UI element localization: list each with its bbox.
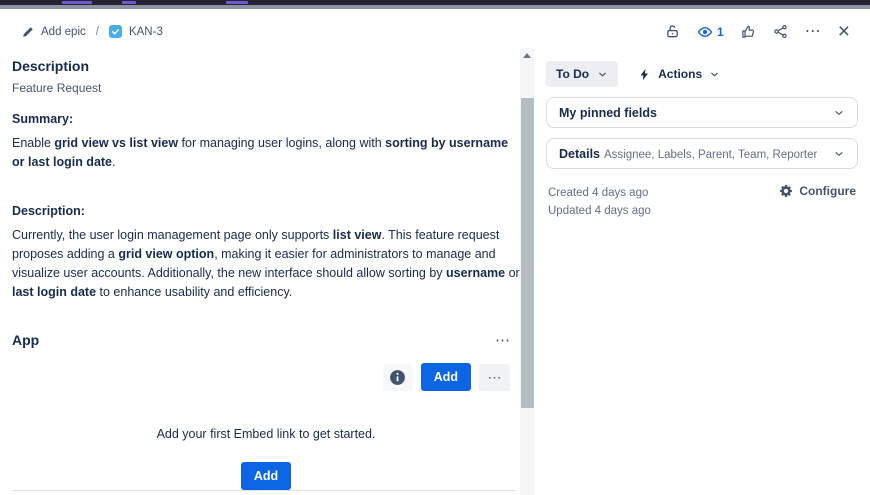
issue-body: Description Feature Request Summary: Ena… — [0, 48, 870, 495]
description-paragraph[interactable]: Currently, the user login management pag… — [12, 226, 520, 302]
chrome-tab-fragment — [122, 1, 136, 4]
issue-header: Add epic / KAN-3 1 — [0, 9, 870, 48]
chevron-down-icon — [597, 69, 608, 80]
task-type-icon — [109, 25, 122, 38]
details-title: Details Assignee, Labels, Parent, Team, R… — [559, 147, 817, 161]
details-title-text: Details — [559, 147, 600, 161]
chevron-down-icon — [833, 148, 845, 160]
share-icon — [773, 24, 788, 39]
app-section-title: App — [12, 332, 39, 348]
pinned-fields-title: My pinned fields — [559, 106, 657, 120]
next-section-peek — [12, 490, 520, 495]
close-icon: × — [838, 21, 850, 42]
lock-button[interactable] — [665, 24, 680, 39]
actions-dropdown[interactable]: Actions — [634, 61, 724, 87]
vote-button[interactable] — [741, 24, 756, 39]
status-row: To Do Actions — [546, 61, 858, 87]
chrome-tab-fragment — [62, 1, 92, 4]
pinned-fields-panel[interactable]: My pinned fields — [546, 97, 858, 128]
scrollbar-thumb[interactable] — [521, 98, 534, 408]
app-section-header: App ⋯ — [12, 332, 520, 348]
embed-empty-add-button[interactable]: Add — [241, 462, 291, 490]
chevron-down-icon — [709, 69, 720, 80]
issue-dates: Created 4 days ago Updated 4 days ago — [548, 184, 651, 220]
info-icon — [389, 369, 406, 386]
add-epic-label: Add epic — [41, 26, 86, 38]
eye-icon — [697, 24, 713, 40]
chevron-down-icon — [833, 107, 845, 119]
header-actions: 1 ⋯ × — [665, 21, 850, 42]
scroll-up-arrow-icon[interactable] — [523, 53, 531, 58]
breadcrumb-separator: / — [96, 26, 99, 38]
issue-main-column: Description Feature Request Summary: Ena… — [0, 48, 520, 495]
ellipsis-icon: ⋯ — [488, 370, 502, 384]
summary-paragraph[interactable]: Enable grid view vs list view for managi… — [12, 134, 520, 172]
app-more-button[interactable]: ⋯ — [495, 333, 510, 348]
unlock-icon — [665, 24, 680, 39]
ellipsis-icon: ⋯ — [805, 24, 821, 40]
embed-empty-state-text: Add your first Embed link to get started… — [12, 427, 520, 441]
pencil-icon — [22, 26, 34, 38]
watchers-count: 1 — [717, 25, 724, 39]
status-label: To Do — [556, 67, 589, 81]
chrome-tab-fragment — [226, 1, 248, 4]
add-epic-button[interactable]: Add epic — [22, 26, 86, 38]
actions-label: Actions — [658, 67, 702, 81]
created-date: Created 4 days ago — [548, 184, 651, 202]
gear-icon — [779, 184, 793, 198]
section-divider — [12, 490, 516, 491]
vertical-scrollbar[interactable] — [520, 48, 534, 495]
jira-issue-view: Add epic / KAN-3 1 — [0, 0, 870, 495]
breadcrumb: Add epic / KAN-3 — [22, 25, 163, 38]
embed-more-button[interactable]: ⋯ — [479, 364, 510, 391]
summary-label[interactable]: Summary: — [12, 112, 520, 126]
issue-key-label: KAN-3 — [129, 26, 163, 38]
embed-toolbar: Add ⋯ — [12, 363, 520, 391]
ellipsis-icon: ⋯ — [495, 332, 510, 349]
updated-date: Updated 4 days ago — [548, 202, 651, 220]
close-button[interactable]: × — [838, 21, 850, 42]
description-section-title: Description — [12, 58, 520, 74]
description-subtitle[interactable]: Feature Request — [12, 81, 520, 95]
configure-label: Configure — [799, 184, 856, 198]
share-button[interactable] — [773, 24, 788, 39]
embed-info-button[interactable] — [383, 364, 413, 391]
issue-side-column: To Do Actions My pinned fields — [534, 48, 870, 495]
description-label[interactable]: Description: — [12, 204, 520, 218]
details-fields-summary: Assignee, Labels, Parent, Team, Reporter — [604, 149, 817, 161]
issue-key-link[interactable]: KAN-3 — [109, 25, 163, 38]
embed-add-button[interactable]: Add — [421, 363, 471, 391]
status-dropdown[interactable]: To Do — [546, 61, 618, 87]
issue-meta: Created 4 days ago Updated 4 days ago Co… — [546, 184, 858, 220]
thumbs-up-icon — [741, 24, 756, 39]
lightning-bolt-icon — [638, 68, 651, 81]
browser-chrome-edge — [0, 0, 870, 5]
more-actions-button[interactable]: ⋯ — [805, 24, 821, 40]
watchers-button[interactable]: 1 — [697, 24, 724, 40]
configure-button[interactable]: Configure — [779, 184, 856, 198]
details-panel[interactable]: Details Assignee, Labels, Parent, Team, R… — [546, 138, 858, 169]
